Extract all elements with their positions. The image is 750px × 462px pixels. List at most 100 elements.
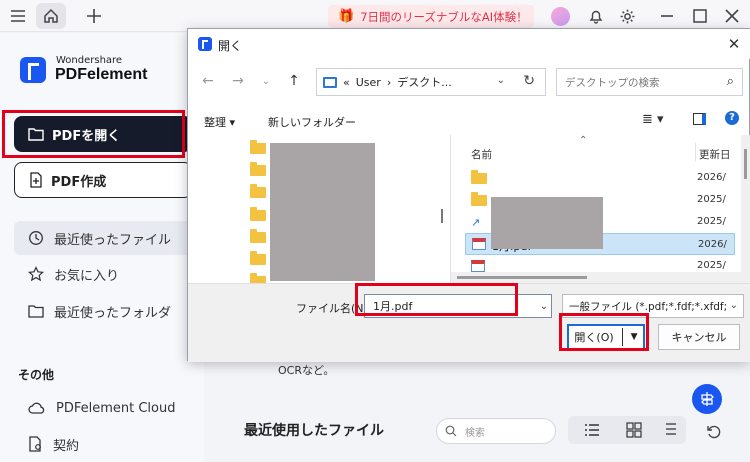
folder-icon[interactable] <box>250 184 266 198</box>
logo-product: PDFelement <box>55 66 148 83</box>
folder-icon <box>471 173 487 184</box>
redacted-folder-names <box>270 143 375 281</box>
nav-pdfelement-cloud[interactable]: PDFelement Cloud <box>14 391 192 425</box>
scrollbar-thumb[interactable] <box>457 276 587 279</box>
nav-favorites[interactable]: お気に入り <box>14 257 192 291</box>
address-dropdown-icon[interactable]: ⌄ <box>497 75 505 86</box>
address-segment-desktop[interactable]: デスクト... <box>397 74 452 90</box>
view-options-icon[interactable]: ≣ ▾ <box>642 112 664 127</box>
create-pdf-button[interactable]: PDF作成 <box>14 162 192 198</box>
folder-icon[interactable] <box>250 251 266 265</box>
organize-menu[interactable]: 整理 ▾ <box>204 114 235 130</box>
file-date: 2025/ <box>697 194 726 205</box>
highlight-filename <box>355 283 518 316</box>
list-view-icon[interactable] <box>584 423 600 437</box>
folder-icon[interactable] <box>250 162 266 176</box>
file-list: ⌃ 名前 更新日 2026/ 2025/ ↗ 2025/ 1月.pdf 2026… <box>451 135 750 283</box>
clock-icon <box>29 231 43 245</box>
column-header-name[interactable]: 名前 <box>471 147 492 162</box>
search-icon <box>445 425 457 437</box>
filename-dropdown-icon[interactable]: ⌄ <box>536 294 552 318</box>
shortcut-icon: ↗ <box>471 216 481 229</box>
redacted-file-names <box>491 197 603 249</box>
nav-label: 契約 <box>53 438 80 454</box>
dialog-title: 開く <box>218 39 243 53</box>
file-date: 2025/ <box>697 260 726 271</box>
promo-text: 7日間のリーズナブルなAI体験！ <box>360 9 528 24</box>
avatar[interactable] <box>551 7 570 26</box>
filter-value: 一般ファイル (*.pdf;*.fdf;*.xfdf; <box>569 300 728 313</box>
pane-splitter[interactable] <box>441 209 443 223</box>
nav-label: 最近使ったフォルダ <box>54 305 172 321</box>
pdf-file-icon <box>471 260 485 272</box>
contract-icon <box>29 436 41 452</box>
chevron-down-icon: ⌄ <box>729 300 738 311</box>
pdfelement-logo-icon <box>20 57 46 83</box>
cloud-icon <box>28 402 45 414</box>
file-plus-icon <box>30 172 42 188</box>
nav-contract[interactable]: 契約 <box>14 427 192 461</box>
folder-icon[interactable] <box>250 229 266 243</box>
navigation-pane <box>188 135 450 283</box>
address-segment-user[interactable]: User <box>356 76 381 89</box>
dialog-search-input[interactable]: デスクトップの検索 ⌕ <box>556 68 743 96</box>
pdfelement-app-icon <box>198 37 212 51</box>
preview-pane-icon[interactable] <box>693 113 706 125</box>
forward-arrow-icon[interactable]: → <box>228 71 248 91</box>
back-arrow-icon[interactable]: ← <box>198 71 218 91</box>
dialog-titlebar: 開く ✕ <box>188 29 750 59</box>
create-pdf-label: PDF作成 <box>51 174 107 190</box>
folder-icon <box>28 305 44 318</box>
pdf-file-icon <box>472 238 486 250</box>
folder-icon[interactable] <box>250 273 266 283</box>
column-header-date[interactable]: 更新日 <box>699 147 731 162</box>
highlight-open-button <box>559 313 649 351</box>
dialog-cancel-button[interactable]: キャンセル <box>658 324 740 350</box>
other-section-title: その他 <box>18 368 55 382</box>
bell-icon[interactable] <box>584 4 608 28</box>
address-bar[interactable]: « User › デスクト... ⌄ ↻ <box>316 68 546 96</box>
folder-icon[interactable] <box>250 207 266 221</box>
signpost-icon <box>701 392 714 406</box>
horizontal-scrollbar[interactable] <box>451 272 750 283</box>
up-arrow-icon[interactable]: ↑ <box>284 71 304 91</box>
nav-recent-folders[interactable]: 最近使ったフォルダ <box>14 294 192 328</box>
home-tab[interactable] <box>36 3 66 29</box>
file-row[interactable]: 2026/ <box>465 167 735 189</box>
more-view-icon[interactable] <box>664 422 678 438</box>
refresh-icon[interactable] <box>702 420 726 444</box>
nav-label: 最近使ったファイル <box>54 232 172 248</box>
sidebar: Wondershare PDFelement PDFを開く PDF作成 最近使っ… <box>0 33 204 462</box>
history-chevron-icon[interactable]: ⌄ <box>256 71 276 91</box>
vertical-scrollbar[interactable] <box>741 135 750 283</box>
maximize-icon[interactable] <box>688 4 712 28</box>
gear-icon[interactable] <box>615 4 639 28</box>
logo-brand: Wondershare <box>56 55 123 66</box>
new-tab-icon[interactable] <box>82 4 106 28</box>
minimize-icon[interactable] <box>655 4 679 28</box>
view-toggle[interactable] <box>568 416 686 444</box>
cancel-button-label: キャンセル <box>671 331 727 344</box>
scrollbar-thumb[interactable] <box>744 149 747 179</box>
search-icon: ⌕ <box>726 74 734 89</box>
folder-icon[interactable] <box>250 140 266 154</box>
menu-icon[interactable] <box>6 4 30 28</box>
home-icon <box>39 4 63 28</box>
address-row: ← → ⌄ ↑ « User › デスクト... ⌄ ↻ デスクトップの検索 ⌕ <box>188 59 750 103</box>
nav-recent-files[interactable]: 最近使ったファイル <box>14 221 192 255</box>
refresh-address-icon[interactable]: ↻ <box>523 73 535 89</box>
help-icon[interactable]: ? <box>725 111 739 125</box>
file-date: 2026/ <box>697 172 726 183</box>
dialog-search-placeholder: デスクトップの検索 <box>565 76 660 89</box>
grid-view-icon[interactable] <box>626 422 642 438</box>
dialog-close-icon[interactable]: ✕ <box>721 31 747 57</box>
recent-search-input[interactable]: 検索 <box>436 418 556 444</box>
address-prefix: « <box>343 75 350 89</box>
pc-icon <box>323 76 337 88</box>
close-window-icon[interactable] <box>720 4 744 28</box>
promo-banner[interactable]: 🎁 7日間のリーズナブルなAI体験！ <box>328 5 534 28</box>
floating-assistant-button[interactable] <box>692 384 722 414</box>
new-folder-button[interactable]: 新しいフォルダー <box>268 114 356 130</box>
column-divider <box>695 143 696 161</box>
command-bar: 整理 ▾ 新しいフォルダー ≣ ▾ ? <box>188 107 750 135</box>
